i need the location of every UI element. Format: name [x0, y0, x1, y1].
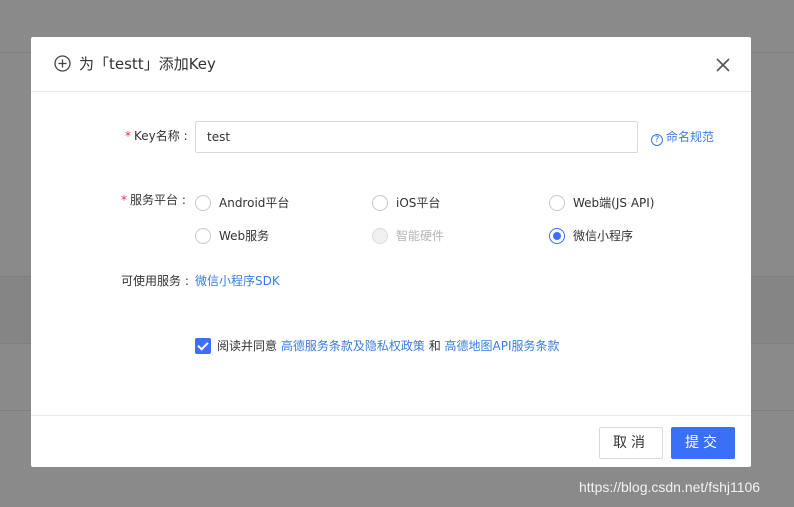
available-services-label: 可使用服务 :	[121, 274, 189, 288]
radio-circle[interactable]	[372, 195, 388, 211]
radio-label: Web端(JS API)	[573, 196, 655, 210]
naming-rules-link[interactable]: ? 命名规范	[651, 129, 714, 146]
radio-wechat-miniprogram[interactable]: 微信小程序	[549, 228, 633, 244]
radio-circle[interactable]	[195, 228, 211, 244]
agreement-prefix: 阅读并同意	[217, 339, 278, 353]
key-name-label-text: Key名称 :	[134, 129, 188, 143]
radio-web-service[interactable]: Web服务	[195, 228, 269, 244]
radio-circle[interactable]	[549, 228, 565, 244]
radio-circle[interactable]	[549, 195, 565, 211]
watermark-text: https://blog.csdn.net/fshj1106	[579, 479, 761, 495]
key-name-input[interactable]	[195, 121, 638, 153]
radio-label: Web服务	[219, 229, 270, 243]
radio-android[interactable]: Android平台	[195, 195, 289, 211]
radio-ios[interactable]: iOS平台	[372, 195, 440, 211]
naming-rules-text: 命名规范	[666, 130, 715, 144]
submit-button[interactable]: 提交	[671, 427, 735, 459]
plus-circle-icon	[54, 55, 71, 72]
available-service-value[interactable]: 微信小程序SDK	[195, 273, 280, 289]
radio-label: Android平台	[219, 196, 290, 210]
radio-circle	[372, 228, 388, 244]
platform-label-text: 服务平台 :	[130, 193, 186, 207]
agreement-conjunction: 和	[428, 339, 441, 353]
required-mark: *	[125, 129, 131, 143]
platform-label: * 服务平台 :	[121, 192, 186, 208]
radio-web-js-api[interactable]: Web端(JS API)	[549, 195, 654, 211]
dialog-footer: 取消 提交	[31, 415, 751, 467]
api-terms-link[interactable]: 高德地图API服务条款	[445, 339, 560, 353]
radio-label: iOS平台	[396, 196, 441, 210]
dialog-header: 为「testt」添加Key	[31, 37, 751, 92]
required-mark: *	[121, 193, 127, 207]
agree-checkbox[interactable]	[195, 338, 211, 354]
dialog-title: 为「testt」添加Key	[79, 55, 216, 73]
cancel-button[interactable]: 取消	[599, 427, 663, 459]
radio-label: 微信小程序	[573, 229, 634, 243]
key-name-label: * Key名称 :	[125, 128, 188, 144]
terms-privacy-link[interactable]: 高德服务条款及隐私权政策	[281, 339, 425, 353]
radio-circle[interactable]	[195, 195, 211, 211]
radio-label: 智能硬件	[396, 229, 445, 243]
agreement-row: 阅读并同意 高德服务条款及隐私权政策 和 高德地图API服务条款	[195, 338, 560, 354]
close-icon[interactable]	[713, 55, 733, 75]
radio-smart-hardware: 智能硬件	[372, 228, 444, 244]
question-circle-icon: ?	[651, 134, 663, 146]
add-key-dialog: 为「testt」添加Key *Key名称 : ?命名规范 *服务平台 : And…	[31, 37, 751, 467]
